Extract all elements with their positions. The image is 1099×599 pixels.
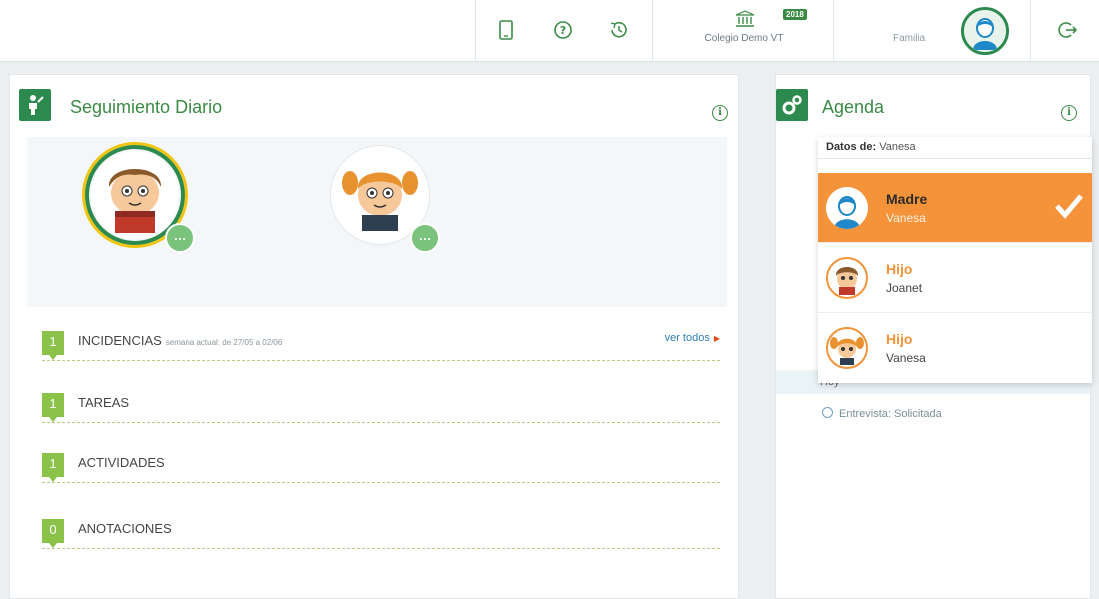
event-label: Entrevista: Solicitada	[839, 408, 942, 420]
avatar[interactable]	[961, 7, 1009, 55]
profile-option-joanet[interactable]: Hijo Joanet	[818, 243, 1092, 313]
incidencias-row[interactable]: 1 INCIDENCIAS semana actual: de 27/05 a 0…	[42, 331, 720, 361]
profile-role: Hijo	[886, 261, 913, 277]
school-name: Colegio Demo VT	[704, 33, 784, 44]
arrow-right-icon: ▶	[713, 334, 720, 343]
actividades-row[interactable]: 1 ACTIVIDADES	[42, 453, 720, 483]
profile-name: Vanesa	[886, 211, 926, 225]
child-avatar-joanet[interactable]: …	[85, 145, 195, 253]
year-badge: 2018	[783, 9, 807, 20]
count-badge: 1	[42, 393, 64, 422]
profile-option-vanesa[interactable]: Hijo Vanesa	[818, 313, 1092, 383]
user-role: Familia	[893, 33, 926, 44]
count-badge: 0	[42, 519, 64, 548]
school-icon	[735, 10, 755, 27]
seguimiento-panel: Seguimiento Diario i … … 1 INCIDENCIAS s…	[9, 74, 739, 599]
header-value: Vanesa	[879, 141, 916, 153]
chat-bubble-icon[interactable]: …	[410, 223, 440, 253]
agenda-event[interactable]: Entrevista: Solicitada	[822, 407, 942, 420]
header-label: Datos de:	[826, 141, 877, 153]
divider	[833, 0, 834, 62]
avatar	[826, 327, 868, 369]
child-icon	[19, 89, 51, 121]
section-label: ANOTACIONES	[78, 521, 172, 536]
info-icon[interactable]: i	[712, 105, 728, 121]
panel-title: Agenda	[822, 97, 885, 117]
count-badge: 1	[42, 453, 64, 482]
checkmark-icon	[1055, 194, 1083, 219]
info-icon[interactable]: i	[1061, 105, 1077, 121]
section-title: INCIDENCIAS semana actual: de 27/05 a 02/…	[78, 333, 282, 348]
chat-bubble-icon[interactable]: …	[165, 223, 195, 253]
avatar	[826, 257, 868, 299]
count-badge: 1	[42, 331, 64, 360]
dropdown-header: Datos de: Vanesa	[818, 137, 1092, 159]
gears-icon	[776, 89, 808, 121]
profile-dropdown: Datos de: Vanesa Madre Vanesa Hijo Joane…	[818, 137, 1092, 383]
profile-role: Hijo	[886, 331, 913, 347]
divider	[652, 0, 653, 62]
panel-title: Seguimiento Diario	[70, 97, 223, 117]
profile-option-madre[interactable]: Madre Vanesa	[818, 173, 1092, 243]
profile-role: Madre	[886, 191, 928, 207]
divider	[475, 0, 476, 62]
school-selector[interactable]: 2018 Colegio Demo VT	[655, 0, 833, 62]
section-label: INCIDENCIAS	[78, 333, 162, 348]
history-icon[interactable]	[607, 18, 631, 42]
divider	[1030, 0, 1031, 62]
profile-name: Vanesa	[886, 351, 926, 365]
top-bar: ? 2018 Colegio Demo VT Familia	[0, 0, 1099, 62]
clock-icon	[822, 407, 833, 418]
ver-todos-link[interactable]: ver todos ▶	[665, 332, 720, 344]
tablet-icon[interactable]	[494, 18, 518, 42]
section-subtitle: semana actual: de 27/05 a 02/06	[165, 338, 283, 347]
section-label: ACTIVIDADES	[78, 455, 165, 470]
anotaciones-row[interactable]: 0 ANOTACIONES	[42, 519, 720, 549]
children-selector: … …	[27, 137, 727, 307]
tareas-row[interactable]: 1 TAREAS	[42, 393, 720, 423]
avatar	[826, 187, 868, 229]
svg-text:?: ?	[560, 24, 566, 37]
panel-header: Seguimiento Diario i	[10, 75, 738, 137]
child-avatar-vanesa[interactable]: …	[330, 145, 440, 253]
logout-icon[interactable]	[1056, 18, 1080, 42]
profile-name: Joanet	[886, 281, 923, 295]
link-label: ver todos	[664, 332, 710, 344]
help-icon[interactable]: ?	[551, 18, 575, 42]
section-label: TAREAS	[78, 395, 130, 410]
